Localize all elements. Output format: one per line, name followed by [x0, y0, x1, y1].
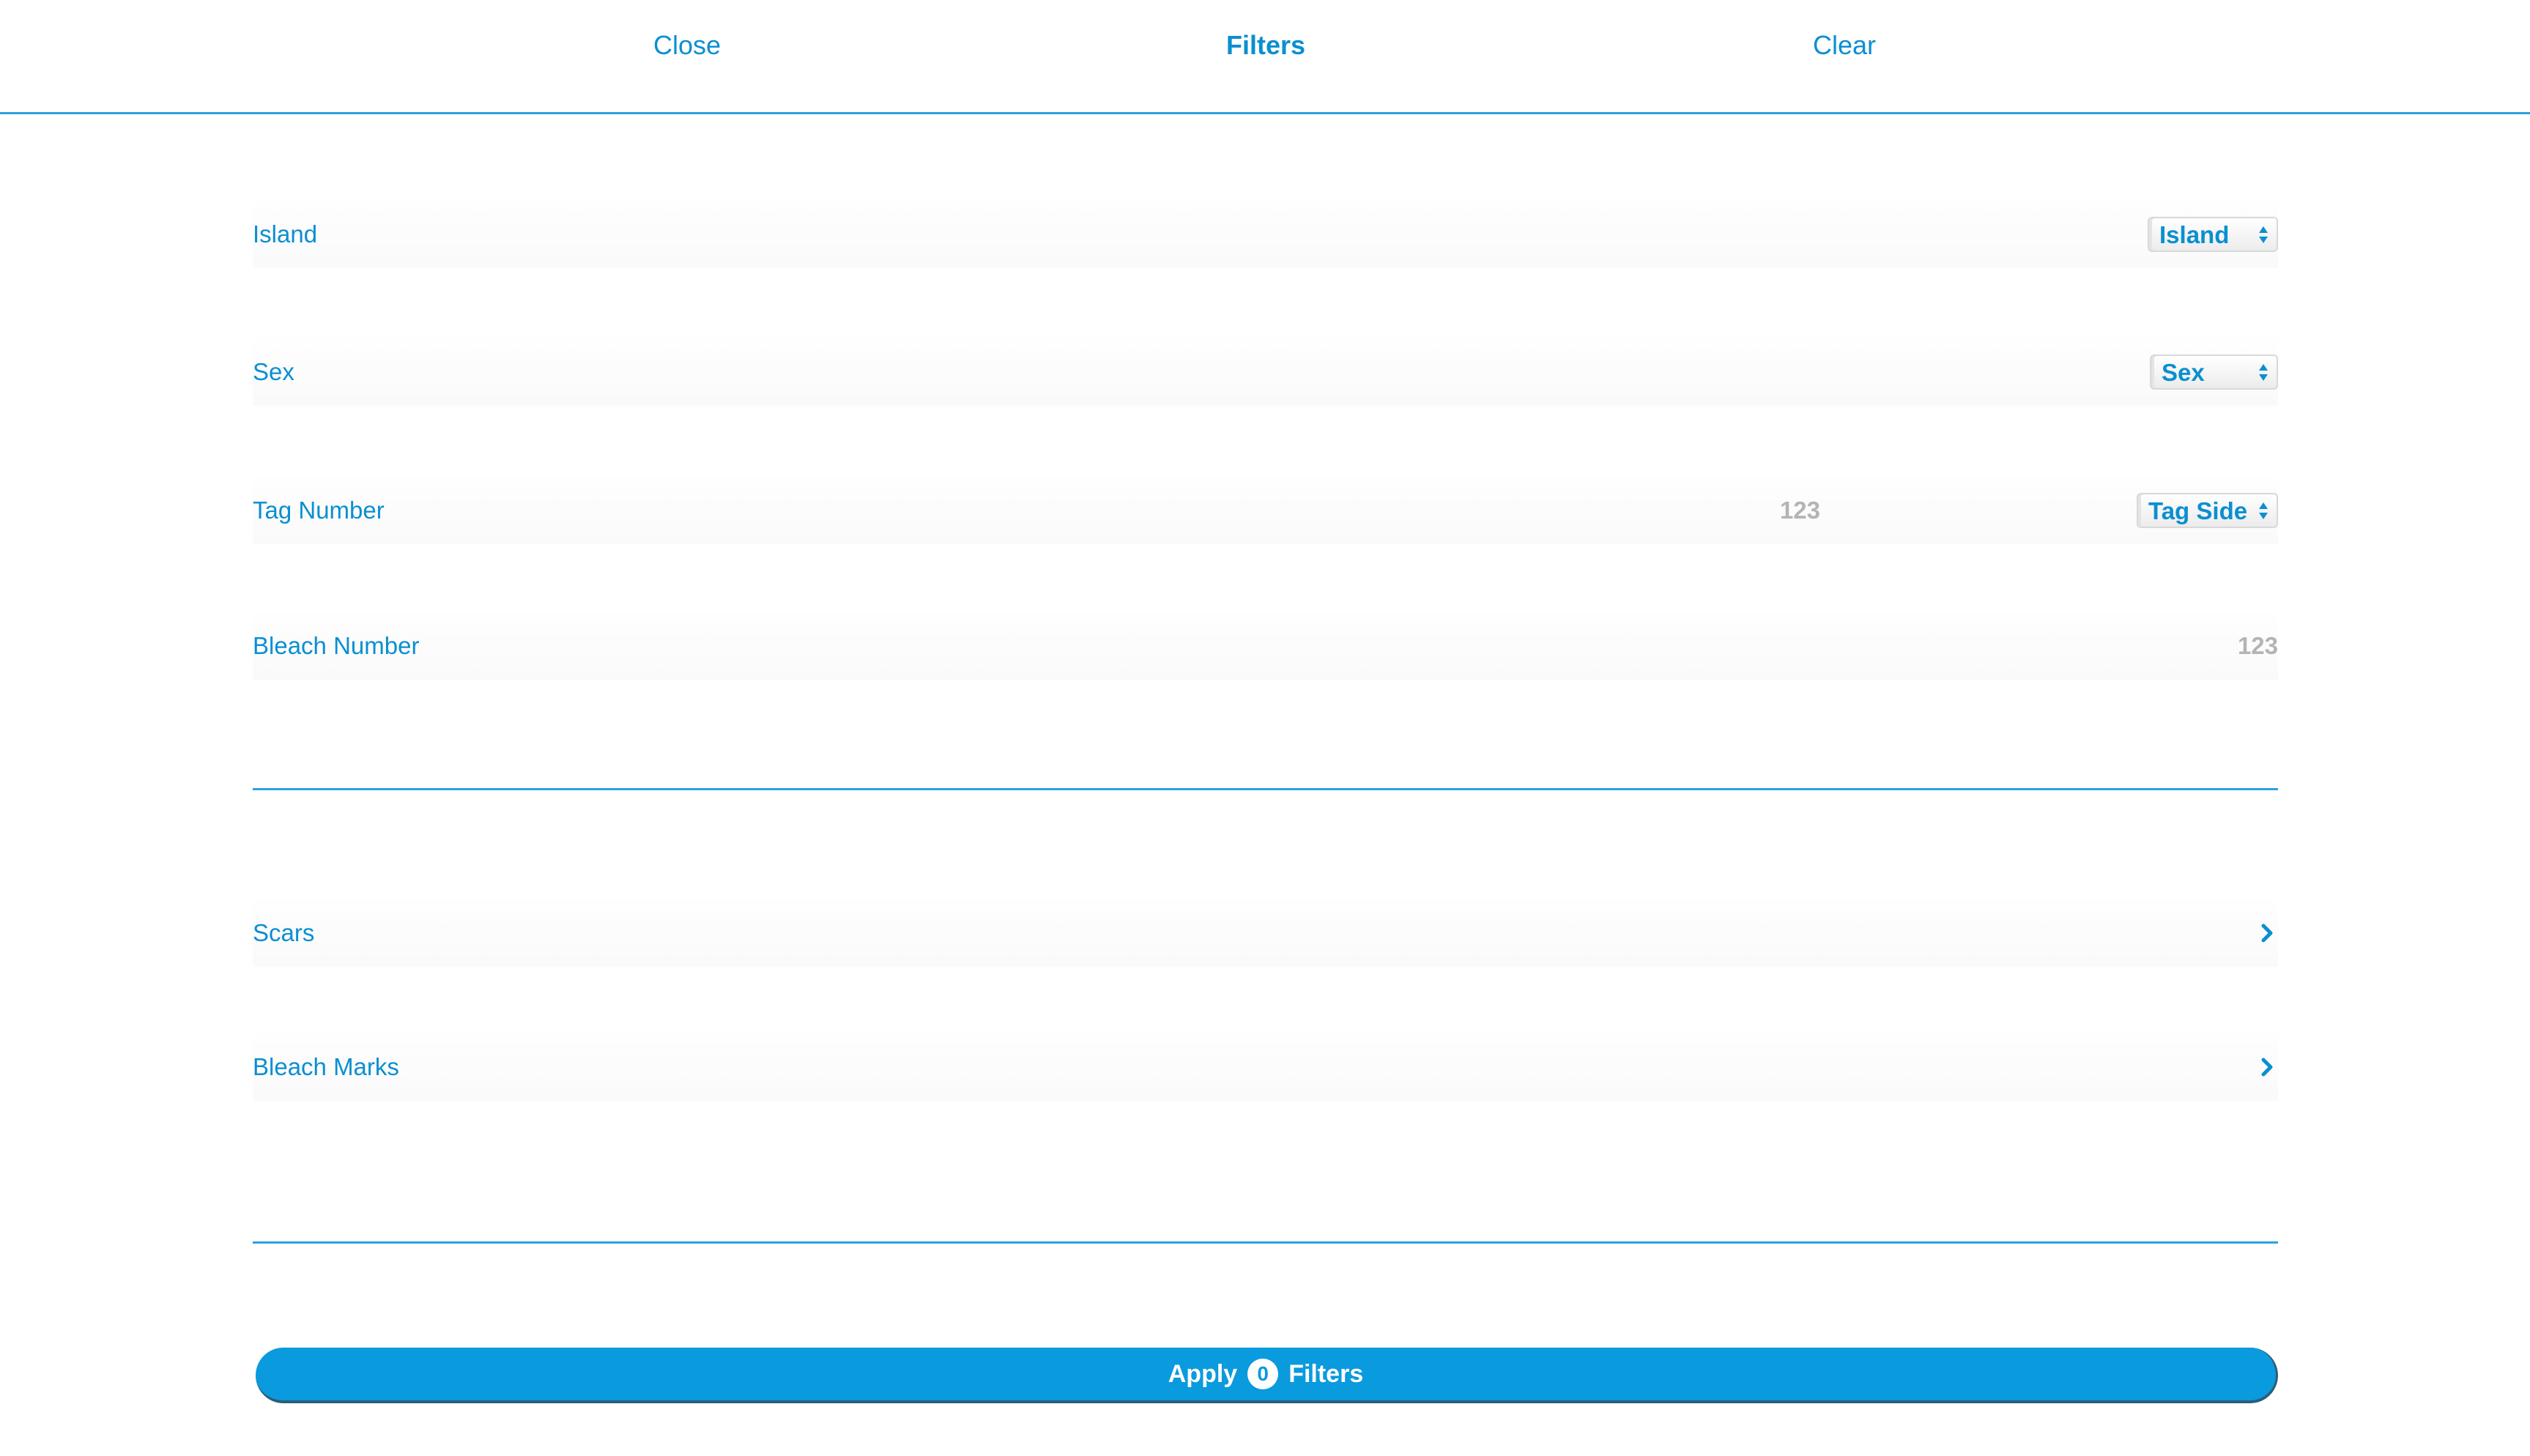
close-button[interactable]: Close: [541, 25, 834, 66]
tag-side-select-value: Tag Side: [2148, 497, 2248, 524]
section-divider: [253, 788, 2278, 790]
select-arrows-icon: [2258, 499, 2269, 524]
clear-button[interactable]: Clear: [1698, 25, 1991, 66]
bleach-number-filter-row: Bleach Number 123: [253, 612, 2278, 680]
apply-filters-button[interactable]: Apply 0 Filters: [256, 1348, 2278, 1403]
tag-number-label: Tag Number: [253, 497, 385, 524]
scars-label: Scars: [253, 919, 315, 946]
bleach-number-label: Bleach Number: [253, 632, 420, 659]
scars-row[interactable]: Scars: [253, 899, 2278, 967]
select-arrows-icon: [2258, 223, 2269, 248]
filters-screen: Close Filters Clear Island Island Sex Se…: [0, 0, 2530, 1456]
tag-number-filter-row: Tag Number 123 Tag Side: [253, 477, 2278, 544]
island-select-value: Island: [2159, 221, 2230, 248]
section-divider: [253, 1241, 2278, 1244]
sex-filter-row: Sex Sex: [253, 338, 2278, 406]
page-title: Filters: [1225, 30, 1306, 60]
tag-number-input[interactable]: 123: [1498, 477, 1820, 544]
bleach-marks-row[interactable]: Bleach Marks: [253, 1033, 2278, 1101]
island-select[interactable]: Island: [2148, 217, 2278, 252]
tag-side-select[interactable]: Tag Side: [2137, 493, 2278, 528]
island-filter-row: Island Island: [253, 201, 2278, 268]
sex-label: Sex: [253, 358, 294, 385]
filters-label: Filters: [1288, 1359, 1364, 1388]
bleach-marks-label: Bleach Marks: [253, 1053, 399, 1080]
apply-label: Apply: [1168, 1359, 1238, 1388]
chevron-right-icon: [2258, 921, 2278, 945]
bleach-number-input[interactable]: 123: [1912, 612, 2278, 680]
island-label: Island: [253, 220, 318, 248]
sex-select-value: Sex: [2162, 359, 2205, 386]
sex-select[interactable]: Sex: [2150, 354, 2278, 390]
chevron-right-icon: [2258, 1055, 2278, 1079]
filter-count-badge: 0: [1247, 1359, 1279, 1389]
header-bar: Close Filters Clear: [0, 0, 2530, 114]
select-arrows-icon: [2258, 360, 2269, 385]
